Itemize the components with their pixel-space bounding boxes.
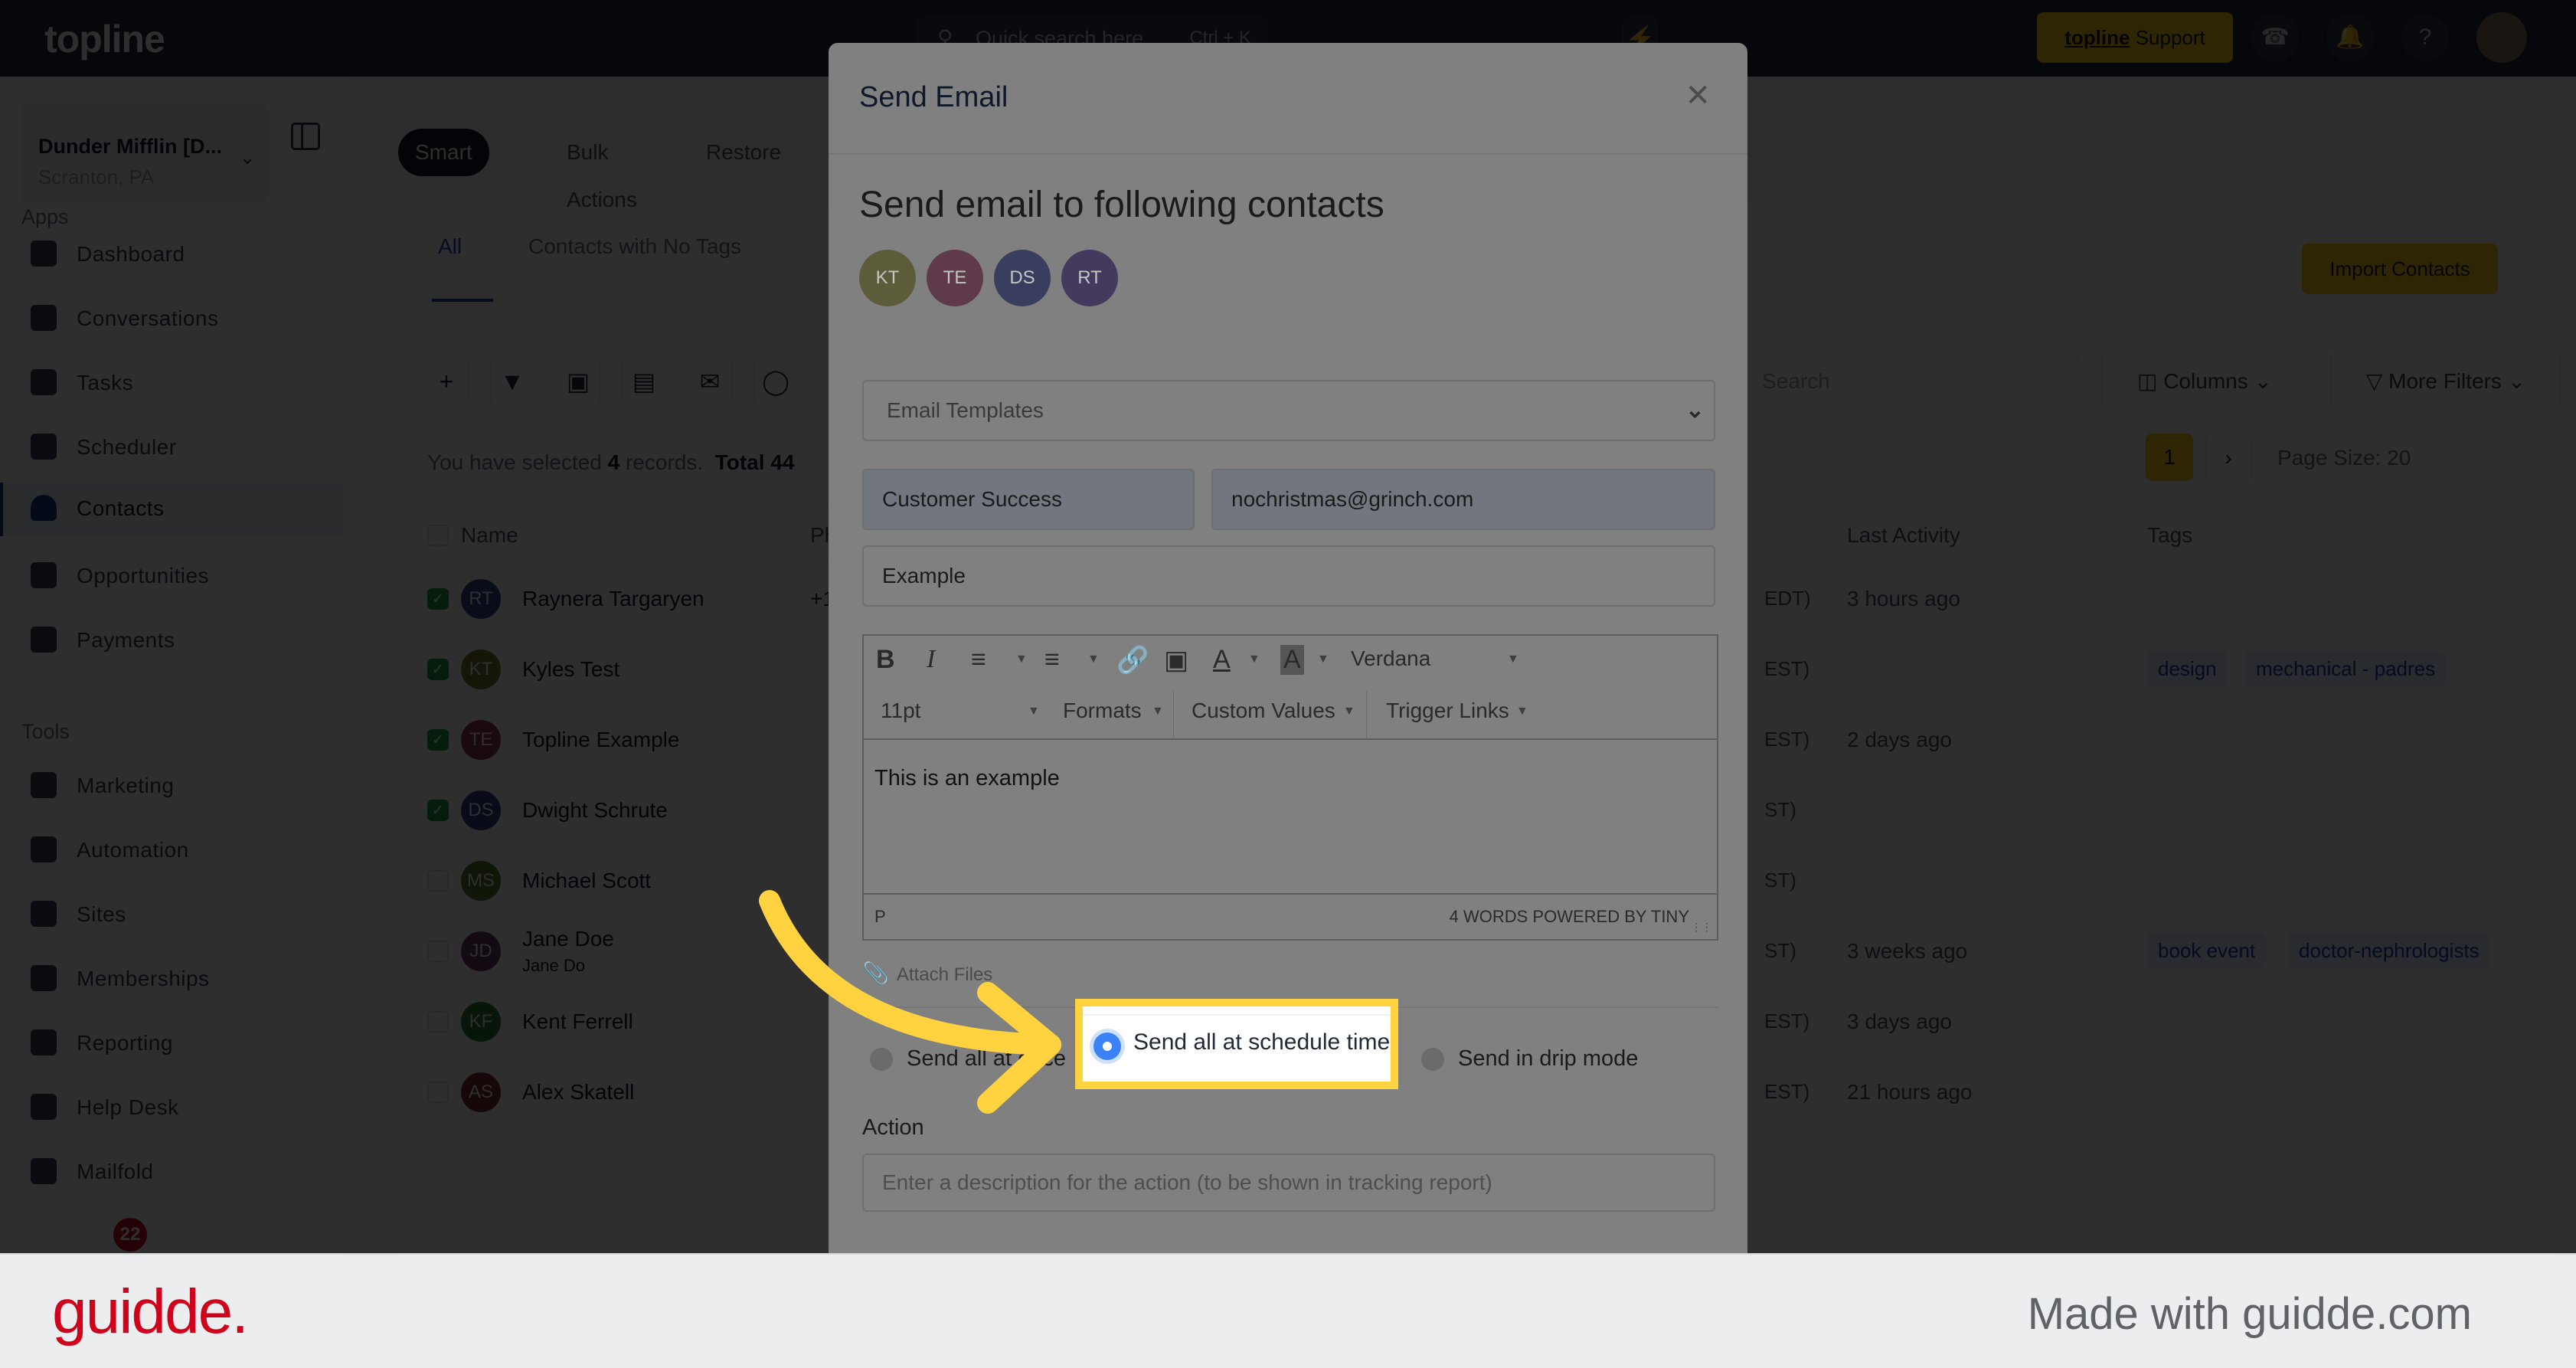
radio-send-at-schedule-time[interactable]: Send all at schedule time [1075,999,1398,1089]
text-color-dropdown-icon[interactable]: ▼ [1248,653,1260,666]
font-family-select[interactable]: Verdana [1351,646,1430,671]
editor-status-bar: P 4 WORDS POWERED BY TINY ⋮⋮ [864,893,1717,939]
custom-values-dropdown-icon[interactable]: ▼ [1343,705,1355,718]
toolbar-separator [1366,691,1367,740]
chevron-down-icon: ⌄ [1685,398,1705,423]
guidde-footer: guidde. Made with guidde.com [0,1253,2576,1368]
modal-title: Send Email [859,81,1008,113]
font-size-select[interactable]: 11pt [881,699,920,723]
close-icon[interactable]: ✕ [1685,78,1711,113]
formats-dropdown-icon[interactable]: ▼ [1152,705,1164,718]
background-color-dropdown-icon[interactable]: ▼ [1317,653,1329,666]
trigger-links-dropdown-icon[interactable]: ▼ [1516,705,1528,718]
action-label: Action [862,1115,924,1140]
link-icon[interactable]: 🔗 [1116,645,1149,676]
made-with-guidde[interactable]: Made with guidde.com [2028,1288,2472,1340]
bullet-list-icon[interactable]: ≡ [971,645,986,675]
text-color-icon[interactable]: A [1213,645,1231,675]
word-count: 4 WORDS POWERED BY TINY [1449,907,1689,926]
radio-label: Send all at once [907,1046,1066,1071]
from-email-field[interactable]: nochristmas@grinch.com [1211,469,1715,530]
highlight-inner-divider [1083,1014,1391,1016]
paperclip-icon: 📎 [862,961,889,985]
recipient-avatar: KT [859,250,916,306]
subject-field[interactable]: Example [862,545,1715,607]
guidde-logo: guidde. [52,1277,249,1347]
editor-toolbar-row-1: B I ≡ ▼ ≡ ▼ 🔗 ▣ A ▼ A ▼ Verdana ▼ [864,636,1717,688]
resize-handle-icon[interactable]: ⋮⋮ [1691,921,1712,934]
radio-checked-icon [1093,1033,1121,1060]
numbered-list-dropdown-icon[interactable]: ▼ [1087,653,1100,666]
email-template-select[interactable]: Email Templates ⌄ [862,380,1715,441]
toolbar-separator [1173,691,1174,740]
radio-unchecked-icon [870,1048,893,1072]
formats-menu[interactable]: Formats [1063,699,1142,723]
attach-files-label: Attach Files [896,964,993,985]
recipients-heading: Send email to following contacts [859,185,1384,225]
recipient-avatar: RT [1061,250,1118,306]
italic-icon[interactable]: I [927,645,935,674]
rich-text-editor: B I ≡ ▼ ≡ ▼ 🔗 ▣ A ▼ A ▼ Verdana ▼ 11pt ▼… [862,634,1718,941]
attach-files-button[interactable]: 📎 Attach Files [862,961,992,986]
radio-send-in-drip-mode[interactable]: Send in drip mode [1421,1036,1638,1082]
bold-icon[interactable]: B [876,645,895,675]
image-icon[interactable]: ▣ [1164,645,1188,676]
bullet-list-dropdown-icon[interactable]: ▼ [1015,653,1028,666]
editor-toolbar-row-2: 11pt ▼ Formats ▼ Custom Values ▼ Trigger… [864,688,1717,740]
element-path[interactable]: P [874,907,886,927]
radio-label: Send all at schedule time [1133,1029,1391,1055]
action-description-input[interactable]: Enter a description for the action (to b… [862,1154,1715,1212]
radio-label: Send in drip mode [1458,1046,1639,1071]
recipient-avatar: TE [927,250,983,306]
radio-send-all-at-once[interactable]: Send all at once [870,1036,1066,1082]
header-divider [829,153,1747,155]
custom-values-menu[interactable]: Custom Values [1192,699,1335,723]
font-family-dropdown-icon[interactable]: ▼ [1507,653,1519,666]
radio-unchecked-icon [1421,1048,1444,1072]
from-name-field[interactable]: Customer Success [862,469,1195,530]
numbered-list-icon[interactable]: ≡ [1044,645,1060,675]
background-color-icon[interactable]: A [1280,645,1304,675]
font-size-dropdown-icon[interactable]: ▼ [1028,705,1040,718]
email-template-value: Email Templates [887,398,1044,422]
editor-body[interactable]: This is an example [874,766,1060,791]
trigger-links-menu[interactable]: Trigger Links [1386,699,1509,723]
recipient-avatar: DS [994,250,1051,306]
